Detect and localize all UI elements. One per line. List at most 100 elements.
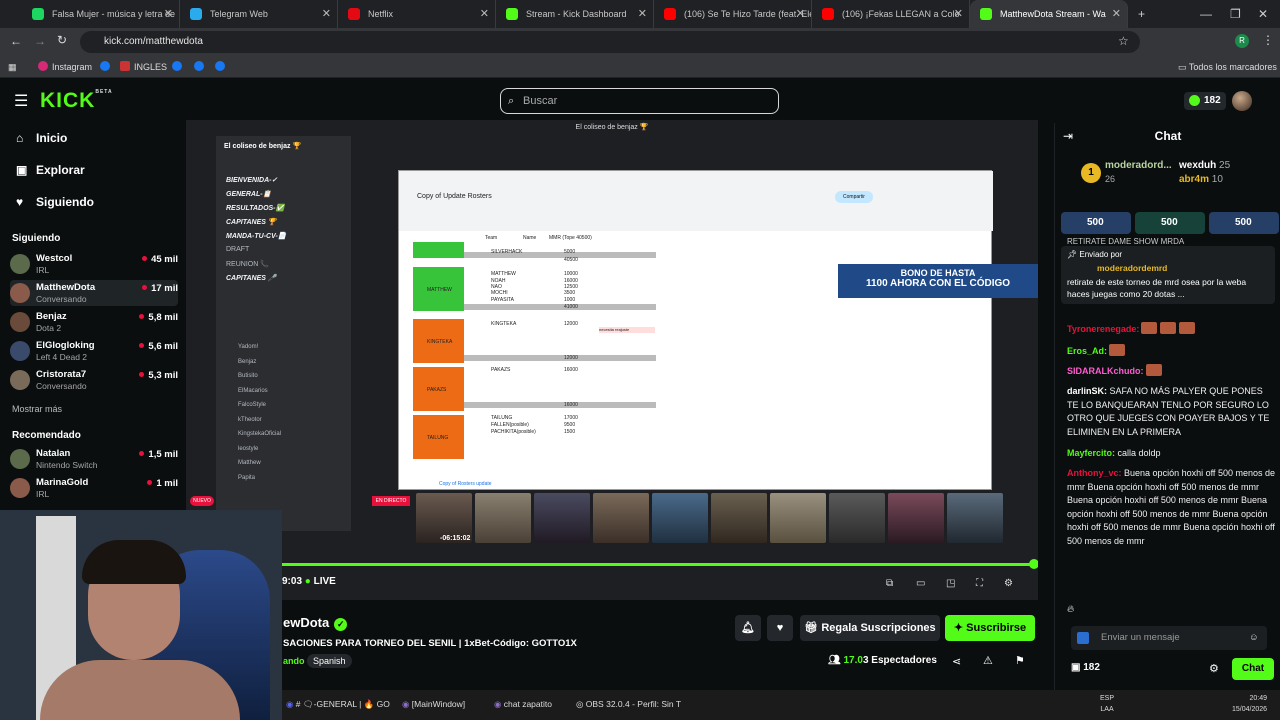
search-input[interactable]: ⌕ Buscar	[500, 88, 779, 114]
notification-button[interactable]: 🔔︎	[735, 615, 761, 641]
chat-username[interactable]: SIDARALKchudo:	[1067, 366, 1144, 376]
show-more-link[interactable]: Mostrar más	[12, 404, 62, 414]
tab-close-icon[interactable]: ✕	[954, 0, 963, 28]
browser-tab[interactable]: MatthewDota Stream - Wa ✕	[970, 0, 1128, 28]
streamer-body	[40, 660, 240, 720]
tab-close-icon[interactable]: ✕	[322, 0, 331, 28]
back-icon[interactable]: ←	[10, 34, 22, 48]
sidebar-channel[interactable]: Westcol IRL 45 mil	[10, 251, 178, 277]
maximize-button[interactable]: ❐	[1230, 0, 1241, 28]
theater-icon[interactable]: ▭	[916, 578, 925, 589]
bookmark-instagram[interactable]: Instagram	[38, 56, 92, 78]
browser-tab[interactable]: Stream - Kick Dashboard ✕	[496, 0, 654, 28]
emoji-icon[interactable]: ☺	[1249, 626, 1259, 650]
chat-kicks-balance[interactable]: ▣ 182	[1071, 662, 1100, 673]
browser-tab[interactable]: (106) ¡Fekas LLEGAN a Colo ✕	[812, 0, 970, 28]
reload-icon[interactable]: ↻	[57, 33, 67, 47]
kicks-chip[interactable]: 500	[1061, 212, 1131, 234]
language-tag[interactable]: Spanish	[307, 654, 352, 668]
nav-explorar[interactable]: ▣ Explorar	[16, 163, 85, 177]
minimize-button[interactable]: —	[1200, 0, 1212, 28]
star-icon[interactable]: ☆	[1118, 34, 1129, 48]
browser-tab[interactable]: Falsa Mujer - música y letra de ✕	[22, 0, 180, 28]
sidebar-channel[interactable]: MatthewDota Conversando 17 mil	[10, 280, 178, 306]
send-chat-button[interactable]: Chat	[1232, 658, 1274, 680]
seek-bar[interactable]	[282, 563, 1032, 566]
taskbar-item-discord[interactable]: ◉ # 🗨-GENERAL | 🔥 GO	[286, 699, 390, 710]
kicks-chip[interactable]: 500	[1135, 212, 1205, 234]
gifter-wexduh[interactable]: wexduh 25	[1179, 160, 1230, 171]
fullscreen-icon[interactable]: ⛶	[976, 578, 983, 589]
facebook-icon[interactable]	[215, 56, 229, 78]
seek-knob[interactable]	[1029, 559, 1038, 569]
discord-voice-user: FalcoStyle	[238, 402, 267, 408]
tab-close-icon[interactable]: ✕	[796, 0, 805, 28]
browser-tab[interactable]: Telegram Web ✕	[180, 0, 338, 28]
hamburger-icon[interactable]: ☰	[14, 91, 28, 111]
close-window-button[interactable]: ✕	[1258, 0, 1268, 28]
follow-button[interactable]: ♥	[767, 615, 793, 641]
browser-tab[interactable]: Netflix ✕	[338, 0, 496, 28]
settings-icon[interactable]: ⚙	[1004, 578, 1013, 589]
sidebar-channel[interactable]: MarinaGold IRL 1 mil	[10, 475, 178, 501]
stream-category[interactable]: ando	[283, 656, 305, 666]
sidebar-channel[interactable]: Natalan Nintendo Switch 1,5 mil	[10, 446, 178, 472]
share-icon[interactable]: ⋖	[952, 655, 961, 668]
facebook-icon[interactable]	[100, 56, 114, 78]
subscribe-button[interactable]: ✦ Suscribirse	[945, 615, 1035, 641]
gifter-abr4m[interactable]: abr4m 10	[1179, 174, 1223, 185]
emote-bar[interactable]: 🔥︎	[1067, 604, 1076, 615]
tab-close-icon[interactable]: ✕	[164, 0, 173, 28]
tab-close-icon[interactable]: ✕	[480, 0, 489, 28]
gift-subs-button[interactable]: 🎁︎ Regala Suscripciones	[800, 615, 940, 641]
bell-icon: 🔔︎	[741, 622, 755, 634]
taskbar-item-chat[interactable]: ◉ chat zapatito	[494, 699, 552, 710]
chat-input[interactable]: Enviar un mensaje ☺	[1071, 626, 1267, 650]
top-gifter-name[interactable]: moderadord...	[1105, 160, 1172, 171]
input-language[interactable]: ESP LAA	[1100, 693, 1114, 715]
apps-icon[interactable]: ▦	[8, 56, 17, 78]
new-tab-button[interactable]: +	[1138, 0, 1145, 28]
nav-siguiendo[interactable]: ♥ Siguiendo	[16, 195, 94, 209]
chat-username[interactable]: darlinSK:	[1067, 386, 1107, 396]
menu-icon[interactable]: ⋮	[1262, 33, 1274, 47]
browser-tab[interactable]: (106) Se Te Hizo Tarde (feat. Ele ✕	[654, 0, 812, 28]
pip-icon[interactable]: ◳	[946, 578, 955, 589]
report-icon[interactable]: ⚠	[983, 654, 993, 667]
facebook-icon[interactable]	[172, 56, 186, 78]
channel-category: Nintendo Switch	[36, 460, 98, 470]
chat-settings-icon[interactable]: ⚙	[1209, 662, 1219, 675]
kicks-chip[interactable]: 500	[1209, 212, 1279, 234]
taskbar-item-mainwindow[interactable]: ◉ [MainWindow]	[402, 699, 465, 710]
tab-close-icon[interactable]: ✕	[638, 0, 647, 28]
user-avatar[interactable]	[1232, 91, 1252, 111]
promo-banner[interactable]: BONO DE HASTA 1100 AHORA CON EL CÓDIGO	[838, 264, 1038, 298]
pinned-message[interactable]: 📌︎ Enviado por moderadordemrd retirate d…	[1061, 246, 1275, 304]
clip-icon[interactable]: ⧉	[886, 578, 893, 589]
kick-logo[interactable]: KICKBETA	[40, 89, 113, 113]
video-player[interactable]: El coliseo de benjaz 🏆 El coliseo de ben…	[186, 120, 1038, 600]
sheet-mmr-cell: 16000	[564, 367, 578, 373]
chat-username[interactable]: Tyronerenegade:	[1067, 324, 1139, 334]
channel-name[interactable]: ewDota ✓	[283, 615, 348, 631]
tab-title: MatthewDota Stream - Wa	[1000, 9, 1106, 19]
all-bookmarks[interactable]: ▭ Todos los marcadores	[1178, 56, 1277, 78]
facebook-icon[interactable]	[194, 56, 208, 78]
kicks-balance[interactable]: 182	[1184, 92, 1226, 110]
chat-username[interactable]: Anthony_vc:	[1067, 468, 1122, 478]
sidebar-channel[interactable]: ElGlogloking Left 4 Dead 2 5,6 mil	[10, 338, 178, 364]
forward-icon[interactable]: →	[34, 34, 46, 48]
taskbar-item-obs[interactable]: ◎ OBS 32.0.4 - Perfil: Sin T	[576, 699, 681, 710]
bookmark-ingles[interactable]: INGLES	[120, 56, 167, 78]
mod-icon[interactable]: ⚑	[1015, 654, 1025, 667]
sidebar-channel[interactable]: Benjaz Dota 2 5,8 mil	[10, 309, 178, 335]
tab-close-icon[interactable]: ✕	[1112, 0, 1121, 28]
emote-icon	[1145, 364, 1162, 376]
chat-username[interactable]: Eros_Ad:	[1067, 346, 1107, 356]
clock[interactable]: 20:49 15/04/2026	[1232, 693, 1267, 715]
nav-inicio[interactable]: ⌂ Inicio	[16, 131, 67, 145]
profile-avatar[interactable]: R	[1235, 34, 1249, 48]
url-field[interactable]: kick.com/matthewdota	[80, 31, 1140, 53]
sidebar-channel[interactable]: Cristorata7 Conversando 5,3 mil	[10, 367, 178, 393]
chat-username[interactable]: Mayfercito:	[1067, 448, 1115, 458]
